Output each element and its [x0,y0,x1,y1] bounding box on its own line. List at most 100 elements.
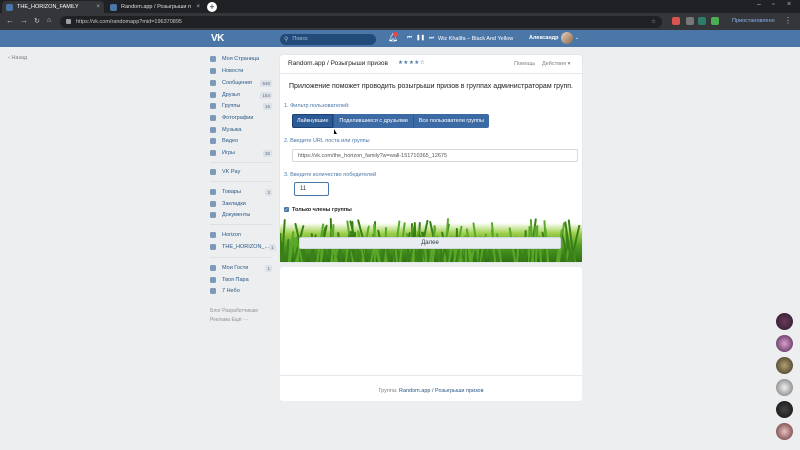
filter-shared-button[interactable]: Поделившиеся с друзьями [334,114,414,128]
grass-banner [280,210,582,262]
chat-avatar[interactable] [776,357,793,374]
only-members-checkbox[interactable]: ✓ [284,207,289,212]
vk-logo[interactable]: VK [211,33,224,44]
back-link[interactable]: ‹ Назад [8,55,27,61]
app-description: Приложение поможет проводить розыгрыши п… [289,83,573,90]
extension-grey-icon[interactable] [686,17,694,25]
now-playing-track[interactable]: Wiz Khalifa – Black And Yellow [438,36,513,42]
forward-arrow-icon[interactable]: → [20,16,28,25]
chat-avatar[interactable] [776,401,793,418]
sidebar-item-messages[interactable]: Сообщения 648 [210,78,272,88]
sidebar-item-your-pair[interactable]: Твоя Пара [210,275,272,285]
sidebar-item-friends[interactable]: Друзья 154 [210,90,272,100]
sidebar-item-goods[interactable]: Товары 3 [210,187,272,197]
back-label: Назад [11,55,28,61]
app-grid-icon [210,288,216,294]
sidebar-item-my-guests[interactable]: Мои Гости 1 [210,263,272,273]
url-text: https://vk.com/randomapp?mid=196370895 [76,18,182,25]
group-icon [210,244,216,250]
browser-tab-horizon[interactable]: THE_HORIZON_FAMILY × [2,1,104,13]
new-tab-button[interactable]: + [207,2,217,12]
user-filter-segmented: Лайкнувшие Поделившиеся с друзьями Все п… [292,114,489,128]
minimize-icon[interactable]: – [757,1,761,8]
close-tab-icon[interactable]: × [196,4,200,10]
shopping-bag-icon [210,189,216,195]
sidebar-item-label: Группы [222,103,241,109]
sidebar-item-label: Моя Страница [222,56,260,62]
extension-red-icon[interactable] [672,17,680,25]
chat-avatar[interactable] [776,379,793,396]
count-badge: 154 [260,91,272,99]
footer-links-row[interactable]: Реклама Ещё ··· [210,316,280,325]
sidebar-item-label: Друзья [222,92,240,98]
browser-menu-icon[interactable]: ⋮ [784,16,792,25]
sidebar-item-horizon[interactable]: Horizon [210,230,272,240]
extension-green-icon[interactable] [711,17,719,25]
chevron-down-icon[interactable]: ⌄ [575,35,579,41]
avatar[interactable] [561,32,573,44]
extension-teal-icon[interactable] [698,17,706,25]
post-url-input[interactable]: https://vk.com/the_horizon_family?w=wall… [292,149,578,162]
vk-favicon-icon [6,3,13,11]
count-badge: 648 [260,79,272,87]
sidebar-item-label: Документы [222,212,251,218]
sidebar-item-label: Horizon [222,232,241,238]
group-link[interactable]: Random.app / Розыгрыши призов [399,388,484,394]
sidebar-item-label: Товары [222,189,241,195]
sidebar-item-label: Видео [222,138,239,144]
count-badge: 15 [262,102,272,110]
chat-avatar[interactable] [776,423,793,440]
filter-liked-button[interactable]: Лайкнувшие [292,114,335,128]
sidebar-item-games[interactable]: Игры 32 [210,148,272,158]
bookmark-star-icon[interactable]: ☆ [651,19,656,25]
chat-avatar[interactable] [776,335,793,352]
home-icon[interactable]: ⌂ [47,17,51,24]
footer-links-row[interactable]: Блог Разработчикам [210,307,280,316]
sidebar-item-documents[interactable]: Документы [210,210,272,220]
sidebar-item-groups[interactable]: Группы 15 [210,101,272,111]
pause-icon[interactable]: ❚❚ [416,35,425,42]
close-tab-icon[interactable]: × [96,4,100,10]
sidebar-item-7-sky[interactable]: 7 Небо [210,286,272,296]
sidebar-item-the-horizon[interactable]: THE_HORIZON_... 1 [210,242,276,252]
star-icon [210,201,216,207]
sidebar-item-news[interactable]: Новости [210,66,272,76]
sidebar-item-bookmarks[interactable]: Закладки [210,199,272,209]
vk-header [0,30,800,47]
chat-avatar[interactable] [776,313,793,330]
step1-label: 1. Фильтр пользователей: [284,103,350,109]
search-icon: ⚲ [284,36,289,43]
sidebar-item-video[interactable]: Видео [210,136,272,146]
maximize-icon[interactable]: ▫ [772,1,774,8]
sidebar-item-my-page[interactable]: Моя Страница [210,54,272,64]
sidebar-divider [210,162,272,163]
browser-tab-randomapp[interactable]: Random.app / Розыгрыши п × [106,1,204,13]
lock-icon [66,19,71,24]
back-arrow-icon[interactable]: ← [6,16,14,25]
filter-all-members-button[interactable]: Все пользователи группы [413,114,489,128]
help-link[interactable]: Помощь [514,61,535,67]
winners-count-input[interactable]: 11 [294,182,329,196]
video-icon [210,138,216,144]
search-input[interactable]: ⚲ Поиск [280,33,376,45]
sidebar-item-label: Музыка [222,127,242,133]
tab-label: Random.app / Розыгрыши п [121,4,191,10]
sidebar-item-photos[interactable]: Фотографии [210,113,272,123]
sidebar-item-label: Фотографии [222,115,254,121]
profile-name[interactable]: Александр [529,35,559,41]
sidebar-footer-links[interactable]: Блог Разработчикам Реклама Ещё ··· [210,307,280,325]
audio-player-controls: ⏮︎ ❚❚ ⏭︎ [407,35,434,42]
close-window-icon[interactable]: × [787,1,791,8]
reload-icon[interactable]: ↻ [34,17,40,25]
search-placeholder: Поиск [292,36,308,42]
previous-track-icon[interactable]: ⏮︎ [407,35,412,42]
sidebar-item-music[interactable]: Музыка [210,125,272,135]
vkpay-icon [210,169,216,175]
sidebar-item-vkpay[interactable]: VK Pay [210,167,272,177]
divider [280,375,582,376]
next-track-icon[interactable]: ⏭︎ [429,35,434,42]
sync-paused-label[interactable]: Приостановлено [732,18,775,24]
next-button[interactable]: Далее [299,237,561,249]
address-bar[interactable]: https://vk.com/randomapp?mid=196370895 ☆ [60,15,662,28]
actions-dropdown[interactable]: Действия ▾ [542,61,570,67]
